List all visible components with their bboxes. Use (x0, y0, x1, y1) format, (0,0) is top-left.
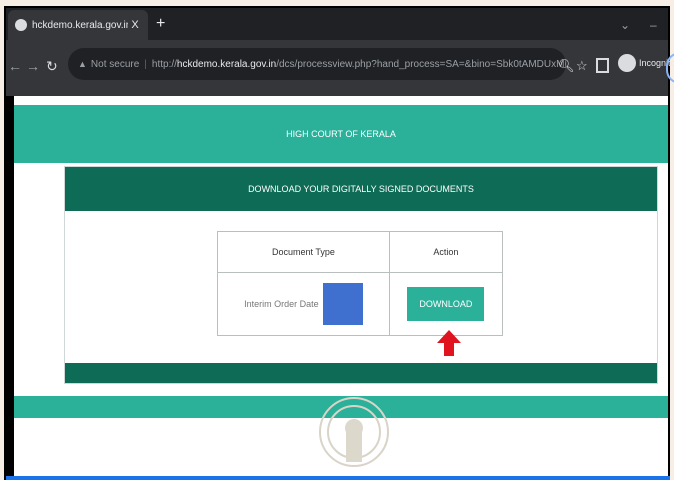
site-header: HIGH COURT OF KERALA (14, 105, 668, 163)
taskbar-edge (6, 476, 670, 480)
download-button[interactable]: DOWNLOAD (407, 287, 485, 321)
address-bar[interactable]: ▲ Not secure | http:// hckdemo.kerala.go… (68, 48, 566, 80)
document-type-label: Interim Order Date (244, 299, 319, 309)
site-title: HIGH COURT OF KERALA (286, 129, 396, 139)
court-emblem-watermark-icon (319, 397, 389, 467)
panel-footer (65, 363, 657, 383)
site-favicon-icon (15, 19, 27, 31)
browser-toolbar: ← → ↻ ▲ Not secure | http:// hckdemo.ker… (6, 40, 674, 96)
action-cell: DOWNLOAD (388, 272, 504, 336)
back-arrow-icon[interactable]: ← (8, 58, 22, 74)
url-scheme: http:// (151, 58, 177, 70)
url-host: hckdemo.kerala.gov.in (176, 58, 277, 70)
panel-title: DOWNLOAD YOUR DIGITALLY SIGNED DOCUMENTS (248, 184, 474, 194)
tab-close-icon[interactable]: X (128, 19, 142, 31)
browser-tab-strip: hckdemo.kerala.gov.in/dcs/proc X + ⌄ – (6, 8, 668, 40)
omnibox-divider: | (144, 58, 147, 70)
column-header-document-type: Document Type (217, 231, 390, 273)
bookmark-star-icon[interactable]: ☆ (576, 58, 588, 74)
column-header-action: Action (388, 231, 504, 273)
tab-title: hckdemo.kerala.gov.in/dcs/proc (32, 19, 128, 31)
download-panel: DOWNLOAD YOUR DIGITALLY SIGNED DOCUMENTS… (64, 166, 658, 384)
tab-search-chevron-icon[interactable]: ⌄ (620, 18, 630, 32)
sidepanel-icon[interactable] (596, 58, 609, 73)
panel-header: DOWNLOAD YOUR DIGITALLY SIGNED DOCUMENTS (65, 167, 657, 211)
document-type-cell: Interim Order Date (217, 272, 390, 336)
minimize-icon[interactable]: – (650, 18, 657, 32)
table-header-row: Document Type Action (217, 231, 504, 273)
red-arrow-icon (437, 330, 461, 356)
web-page: HIGH COURT OF KERALA DOWNLOAD YOUR DIGIT… (14, 96, 668, 480)
redaction-box (322, 283, 363, 325)
new-tab-icon[interactable]: + (156, 16, 165, 32)
browser-tab[interactable]: hckdemo.kerala.gov.in/dcs/proc X (8, 10, 148, 40)
warning-triangle-icon: ▲ (78, 59, 87, 69)
documents-table: Document Type Action Interim Order Date … (217, 231, 504, 336)
table-row: Interim Order Date DOWNLOAD (217, 272, 504, 336)
security-label: Not secure (90, 58, 140, 70)
reload-icon[interactable]: ↻ (46, 58, 58, 75)
zoom-search-icon[interactable]: 🔍︎ (558, 58, 575, 74)
forward-arrow-icon[interactable]: → (26, 58, 40, 74)
incognito-icon (618, 54, 636, 72)
url-path: /dcs/processview.php?hand_process=SA=&bi… (276, 58, 566, 70)
